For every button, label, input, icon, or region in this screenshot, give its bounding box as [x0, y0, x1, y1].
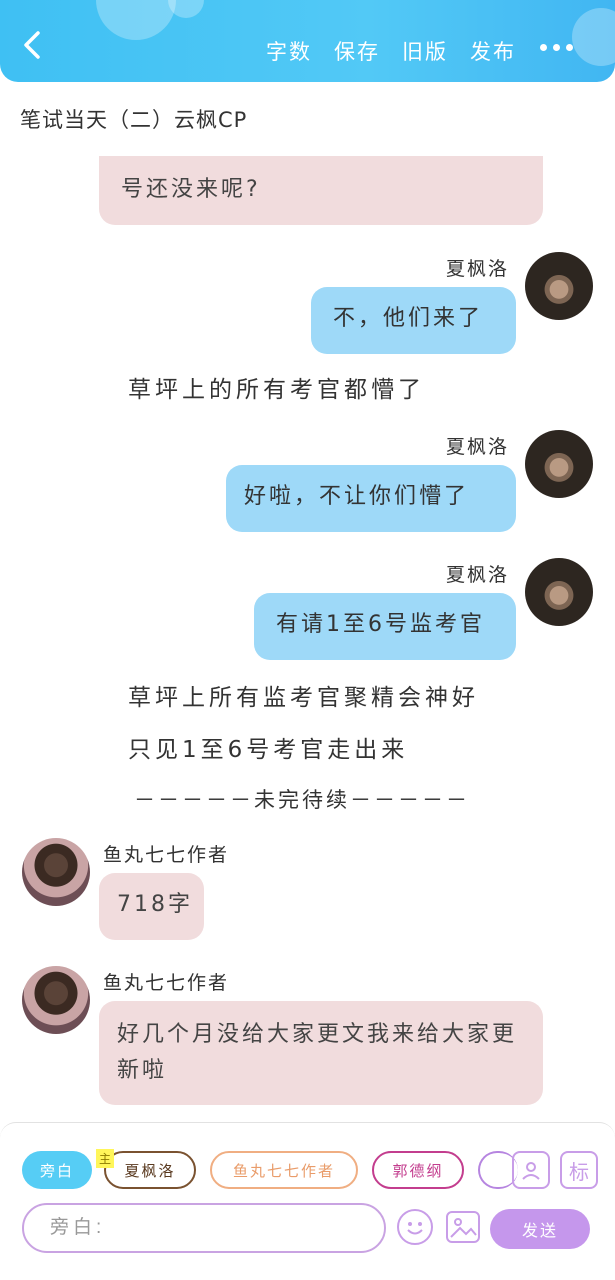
composer-panel: 旁白 夏枫洛 主 鱼丸七七作者 郭德纲 标 发送: [0, 1122, 615, 1280]
to-be-continued-text: －－－－－未完待续－－－－－: [134, 788, 470, 812]
publish-button[interactable]: 发布: [470, 36, 516, 66]
message-input[interactable]: [22, 1203, 386, 1253]
message-bubble[interactable]: 不，他们来了: [311, 287, 516, 354]
chapter-title: 笔试当天（二）云枫CP: [20, 108, 248, 132]
tag-label: 标: [569, 1159, 589, 1184]
avatar[interactable]: [525, 558, 593, 626]
avatar[interactable]: [22, 966, 90, 1034]
word-count-button[interactable]: 字数: [266, 36, 312, 66]
speaker-name: 鱼丸七七作者: [103, 972, 230, 994]
speaker-name: 鱼丸七七作者: [103, 844, 230, 866]
save-button[interactable]: 保存: [334, 36, 380, 66]
top-header: 字数 保存 旧版 发布: [0, 0, 615, 82]
speaker-name: 夏枫洛: [446, 564, 510, 586]
main-role-badge: 主: [96, 1149, 115, 1168]
role-chip[interactable]: 鱼丸七七作者: [210, 1151, 358, 1189]
speaker-name: 夏枫洛: [446, 258, 510, 280]
message-text: 号还没来呢?: [121, 177, 261, 202]
message-bubble[interactable]: 好啦，不让你们懵了: [226, 465, 516, 532]
narration-text[interactable]: 草坪上所有监考官聚精会神好: [128, 678, 479, 712]
message-text: 好啦，不让你们懵了: [244, 484, 470, 509]
old-version-button[interactable]: 旧版: [402, 36, 448, 66]
role-chip[interactable]: 郭德纲: [372, 1151, 464, 1189]
message-text: 718字: [117, 892, 193, 917]
message-text: 有请1至6号监考官: [276, 612, 485, 637]
send-button[interactable]: 发送: [490, 1209, 590, 1249]
message-bubble[interactable]: 718字: [99, 873, 204, 940]
header-decoration: [168, 0, 204, 18]
image-icon[interactable]: [446, 1211, 480, 1243]
back-arrow-icon[interactable]: [18, 30, 48, 60]
narration-text[interactable]: 草坪上的所有考官都懵了: [128, 370, 425, 404]
message-text: 不，他们来了: [333, 306, 484, 331]
message-bubble[interactable]: 有请1至6号监考官: [254, 593, 516, 660]
message-text: 好几个月没给大家更文我来给大家更新啦: [117, 1022, 518, 1083]
header-decoration: [96, 0, 176, 40]
chat-area[interactable]: 号还没来呢? 夏枫洛 不，他们来了 草坪上的所有考官都懵了 夏枫洛 好啦，不让你…: [0, 156, 615, 1120]
avatar[interactable]: [22, 838, 90, 906]
avatar[interactable]: [525, 430, 593, 498]
header-decoration: [572, 8, 615, 66]
character-manage-icon[interactable]: [512, 1151, 550, 1189]
narration-text[interactable]: 只见1至6号考官走出来: [128, 730, 408, 764]
speaker-name: 夏枫洛: [446, 436, 510, 458]
message-bubble[interactable]: 好几个月没给大家更文我来给大家更新啦: [99, 1001, 543, 1105]
emoji-icon[interactable]: [397, 1209, 433, 1245]
avatar[interactable]: [525, 252, 593, 320]
message-bubble[interactable]: 号还没来呢?: [99, 156, 543, 225]
more-options-icon[interactable]: [540, 40, 576, 54]
role-chip[interactable]: 夏枫洛: [104, 1151, 196, 1189]
role-chip-narrator[interactable]: 旁白: [22, 1151, 92, 1189]
tag-button[interactable]: 标: [560, 1151, 598, 1189]
